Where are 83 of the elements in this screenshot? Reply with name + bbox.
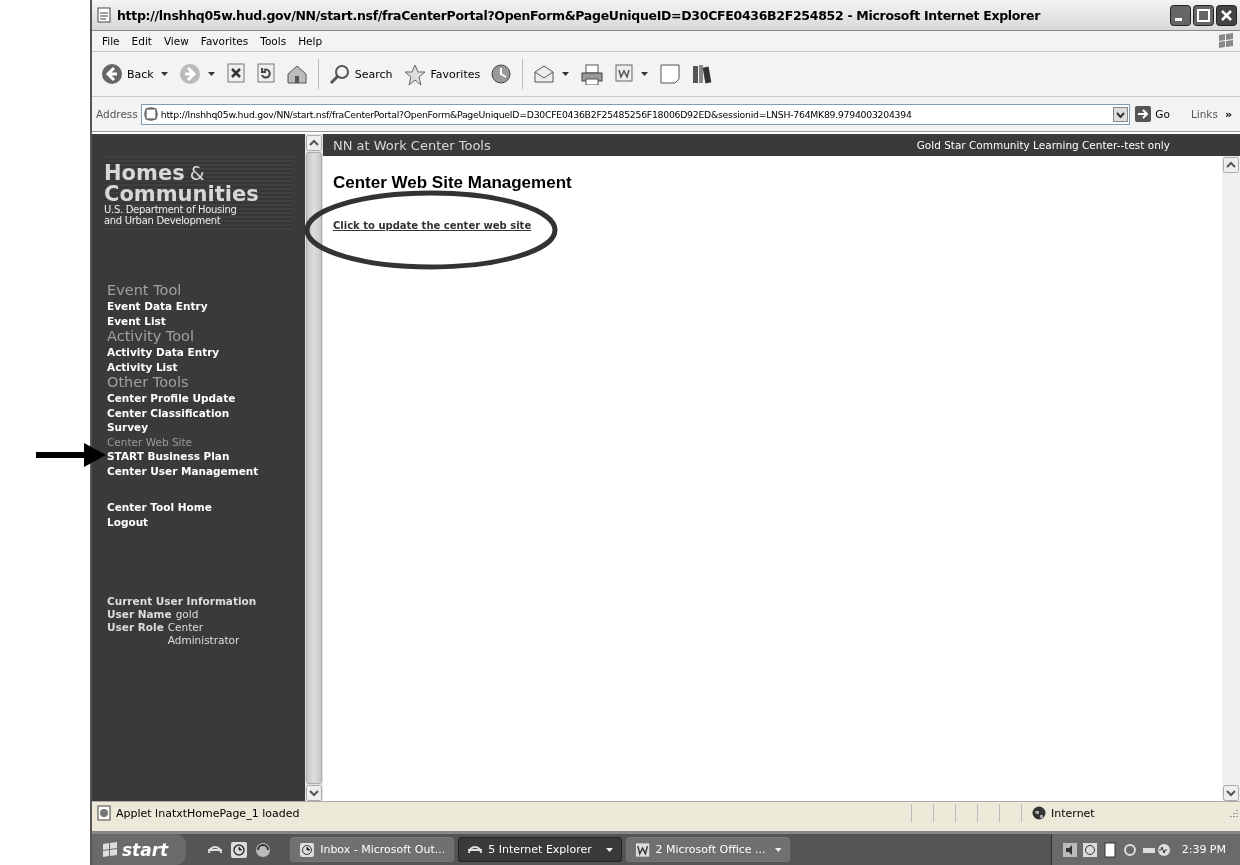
sidebar-link[interactable]: Activity Data Entry bbox=[107, 345, 305, 360]
clock-icon[interactable] bbox=[1081, 841, 1098, 858]
page-icon bbox=[142, 106, 159, 122]
field-label: User Role bbox=[107, 621, 164, 635]
windows-flag-icon bbox=[102, 841, 118, 858]
field-value: Center Administrator bbox=[166, 621, 241, 647]
section-heading: Activity Tool bbox=[107, 328, 195, 345]
address-field[interactable]: http://lnshhq05w.hud.gov/NN/start.nsf/fraCenterPortal?OpenForm&PageUniqueID=D30CFE0436B2F25485256F18006D92ED&sessionid=LNSH-764MK89.9794003204394 bbox=[140, 103, 1131, 125]
network-icon[interactable] bbox=[1141, 841, 1172, 858]
speaker-icon[interactable] bbox=[1061, 841, 1078, 858]
menu-item[interactable]: Tools bbox=[254, 35, 293, 47]
sidebar-link[interactable]: START Business Plan bbox=[107, 449, 305, 464]
links-button[interactable]: Links bbox=[1180, 108, 1218, 120]
logo-title: Homes bbox=[104, 163, 185, 183]
taskbar-button[interactable]: 2 Microsoft Office ... bbox=[626, 837, 791, 862]
menu-item[interactable]: View bbox=[157, 35, 195, 47]
caret-icon[interactable] bbox=[160, 72, 168, 76]
sidebar-link[interactable]: Center User Management bbox=[107, 463, 305, 478]
chevron-button[interactable]: » bbox=[1220, 107, 1236, 121]
favorites-button[interactable]: Favorites bbox=[399, 61, 484, 87]
sidebar-link[interactable]: Logout bbox=[107, 514, 305, 529]
globe-icon bbox=[1032, 806, 1046, 820]
sidebar-link[interactable]: Event Data Entry bbox=[107, 299, 305, 314]
browser-icon[interactable] bbox=[254, 840, 273, 859]
menu-item[interactable]: File bbox=[96, 35, 126, 47]
scroll-down-icon[interactable] bbox=[1223, 785, 1239, 801]
user-info-heading: Current User Information bbox=[107, 595, 258, 608]
scroll-thumb[interactable] bbox=[306, 152, 322, 784]
page-heading: Center Web Site Management bbox=[333, 173, 573, 193]
section-heading: Other Tools bbox=[107, 374, 190, 391]
sidebar-link[interactable]: Center Web Site bbox=[107, 434, 305, 449]
taskbar-button[interactable]: 5 Internet Explorer bbox=[458, 837, 623, 862]
back-button[interactable]: Back bbox=[98, 61, 157, 87]
scroll-down-icon[interactable] bbox=[306, 785, 322, 801]
clock-icon bbox=[299, 841, 316, 858]
menu-item[interactable]: Edit bbox=[125, 35, 158, 47]
sidebar-link[interactable]: Center Tool Home bbox=[107, 500, 305, 515]
clock-time: 2:39 PM bbox=[1181, 843, 1226, 856]
maximize-icon[interactable] bbox=[1193, 4, 1214, 26]
page-icon bbox=[96, 805, 112, 821]
logo-subtitle: Communities bbox=[104, 184, 260, 204]
center-name: Gold Star Community Learning Center--test only bbox=[916, 139, 1171, 151]
close-icon[interactable] bbox=[1216, 4, 1237, 26]
start-button[interactable]: start bbox=[92, 834, 187, 865]
scroll-up-icon[interactable] bbox=[1223, 157, 1239, 173]
logo-ampersand: & bbox=[189, 162, 205, 184]
update-link[interactable]: Click to update the center web site bbox=[333, 220, 532, 231]
document-icon[interactable] bbox=[1101, 841, 1118, 858]
sidebar-link[interactable]: Center Profile Update bbox=[107, 391, 305, 406]
dropdown-icon[interactable] bbox=[1113, 106, 1129, 122]
annotation-arrow bbox=[35, 443, 107, 467]
window-title: http://lnshhq05w.hud.gov/NN/start.nsf/fraCenterPortal?OpenForm&PageUniqueID=D30CFE0436B2F254852 - Microsoft Internet Explorer bbox=[117, 7, 1042, 23]
sidebar-link[interactable]: Event List bbox=[107, 313, 305, 328]
department-name: and Urban Development bbox=[104, 215, 221, 226]
security-zone: Internet bbox=[1051, 806, 1095, 820]
search-button[interactable]: Search bbox=[325, 61, 396, 87]
minimize-icon[interactable] bbox=[1170, 4, 1191, 26]
back-icon bbox=[101, 63, 123, 85]
search-icon bbox=[328, 63, 351, 85]
frame-title: NN at Work Center Tools bbox=[333, 137, 491, 153]
go-button[interactable]: Go bbox=[1133, 106, 1178, 122]
star-icon bbox=[402, 63, 427, 85]
sidebar-link[interactable]: Activity List bbox=[107, 359, 305, 374]
menu-item[interactable]: Help bbox=[292, 35, 329, 47]
taskbar-button[interactable]: Inbox - Microsoft Out... bbox=[290, 837, 455, 862]
caret-icon[interactable] bbox=[641, 72, 649, 76]
status-message: Applet lnatxtHomePage_1 loaded bbox=[116, 806, 300, 820]
document-icon bbox=[635, 841, 651, 858]
arrow-icon bbox=[1135, 106, 1152, 122]
field-label: User Name bbox=[107, 608, 172, 621]
clock-icon[interactable] bbox=[230, 840, 249, 859]
address-label: Address bbox=[96, 108, 138, 120]
sidebar-link[interactable]: Center Classification bbox=[107, 405, 305, 420]
windows-flag-icon bbox=[1216, 32, 1236, 50]
scroll-up-icon[interactable] bbox=[306, 135, 322, 151]
caret-icon[interactable] bbox=[562, 72, 570, 76]
caret-icon[interactable] bbox=[207, 72, 215, 76]
department-name: U.S. Department of Housing bbox=[104, 204, 238, 215]
menu-item[interactable]: Favorites bbox=[194, 35, 255, 47]
page-icon bbox=[96, 7, 112, 23]
field-value: gold bbox=[174, 608, 200, 621]
sidebar-link[interactable]: Survey bbox=[107, 420, 305, 435]
section-heading: Event Tool bbox=[107, 282, 183, 299]
